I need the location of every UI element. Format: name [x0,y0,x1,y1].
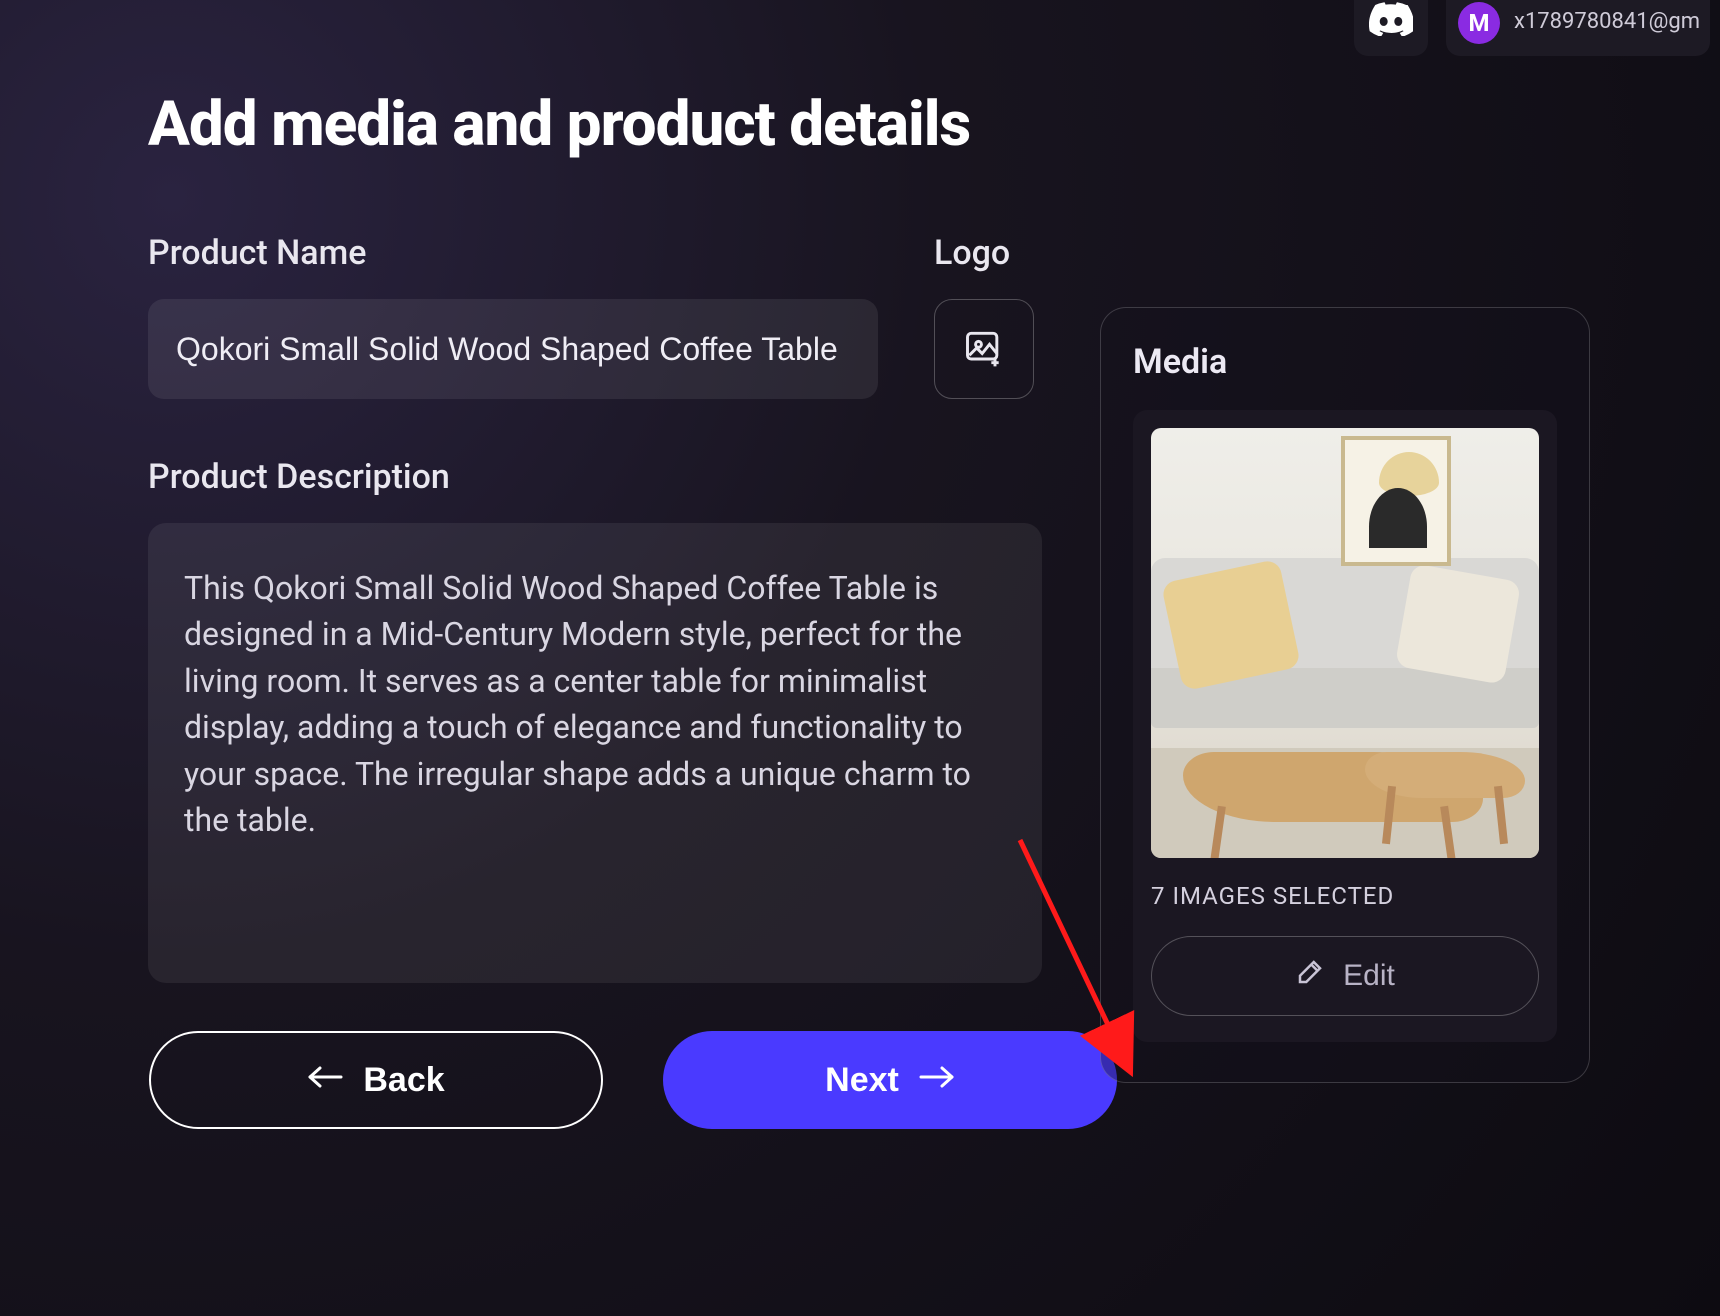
product-description-input[interactable] [148,523,1042,983]
edit-media-button[interactable]: Edit [1151,936,1539,1016]
discord-icon [1369,2,1413,40]
top-bar: M x1789780841@gm [1354,0,1720,56]
product-description-label: Product Description [148,457,1042,497]
arrow-right-icon [919,1061,955,1100]
user-email: x1789780841@gm [1514,2,1700,42]
edit-button-label: Edit [1343,959,1395,993]
edit-icon [1295,957,1325,995]
next-button[interactable]: Next [663,1031,1117,1129]
back-button[interactable]: Back [149,1031,603,1129]
arrow-left-icon [307,1061,343,1100]
media-card: 7 IMAGES SELECTED Edit [1133,410,1557,1042]
media-selected-caption: 7 IMAGES SELECTED [1151,882,1539,910]
page-title: Add media and product details [148,88,1680,161]
user-menu[interactable]: M x1789780841@gm [1446,0,1710,56]
logo-upload-button[interactable] [934,299,1034,399]
back-button-label: Back [363,1061,444,1100]
product-name-input[interactable] [148,299,878,399]
next-button-label: Next [825,1061,899,1100]
logo-label: Logo [934,233,1034,273]
media-panel-title: Media [1133,342,1557,382]
media-thumbnail[interactable] [1151,428,1539,858]
avatar: M [1458,2,1500,44]
image-add-icon [962,326,1006,373]
media-panel: Media 7 IMAGES SELECTED Edit [1100,307,1590,1083]
product-name-label: Product Name [148,233,878,273]
discord-button[interactable] [1354,0,1428,56]
